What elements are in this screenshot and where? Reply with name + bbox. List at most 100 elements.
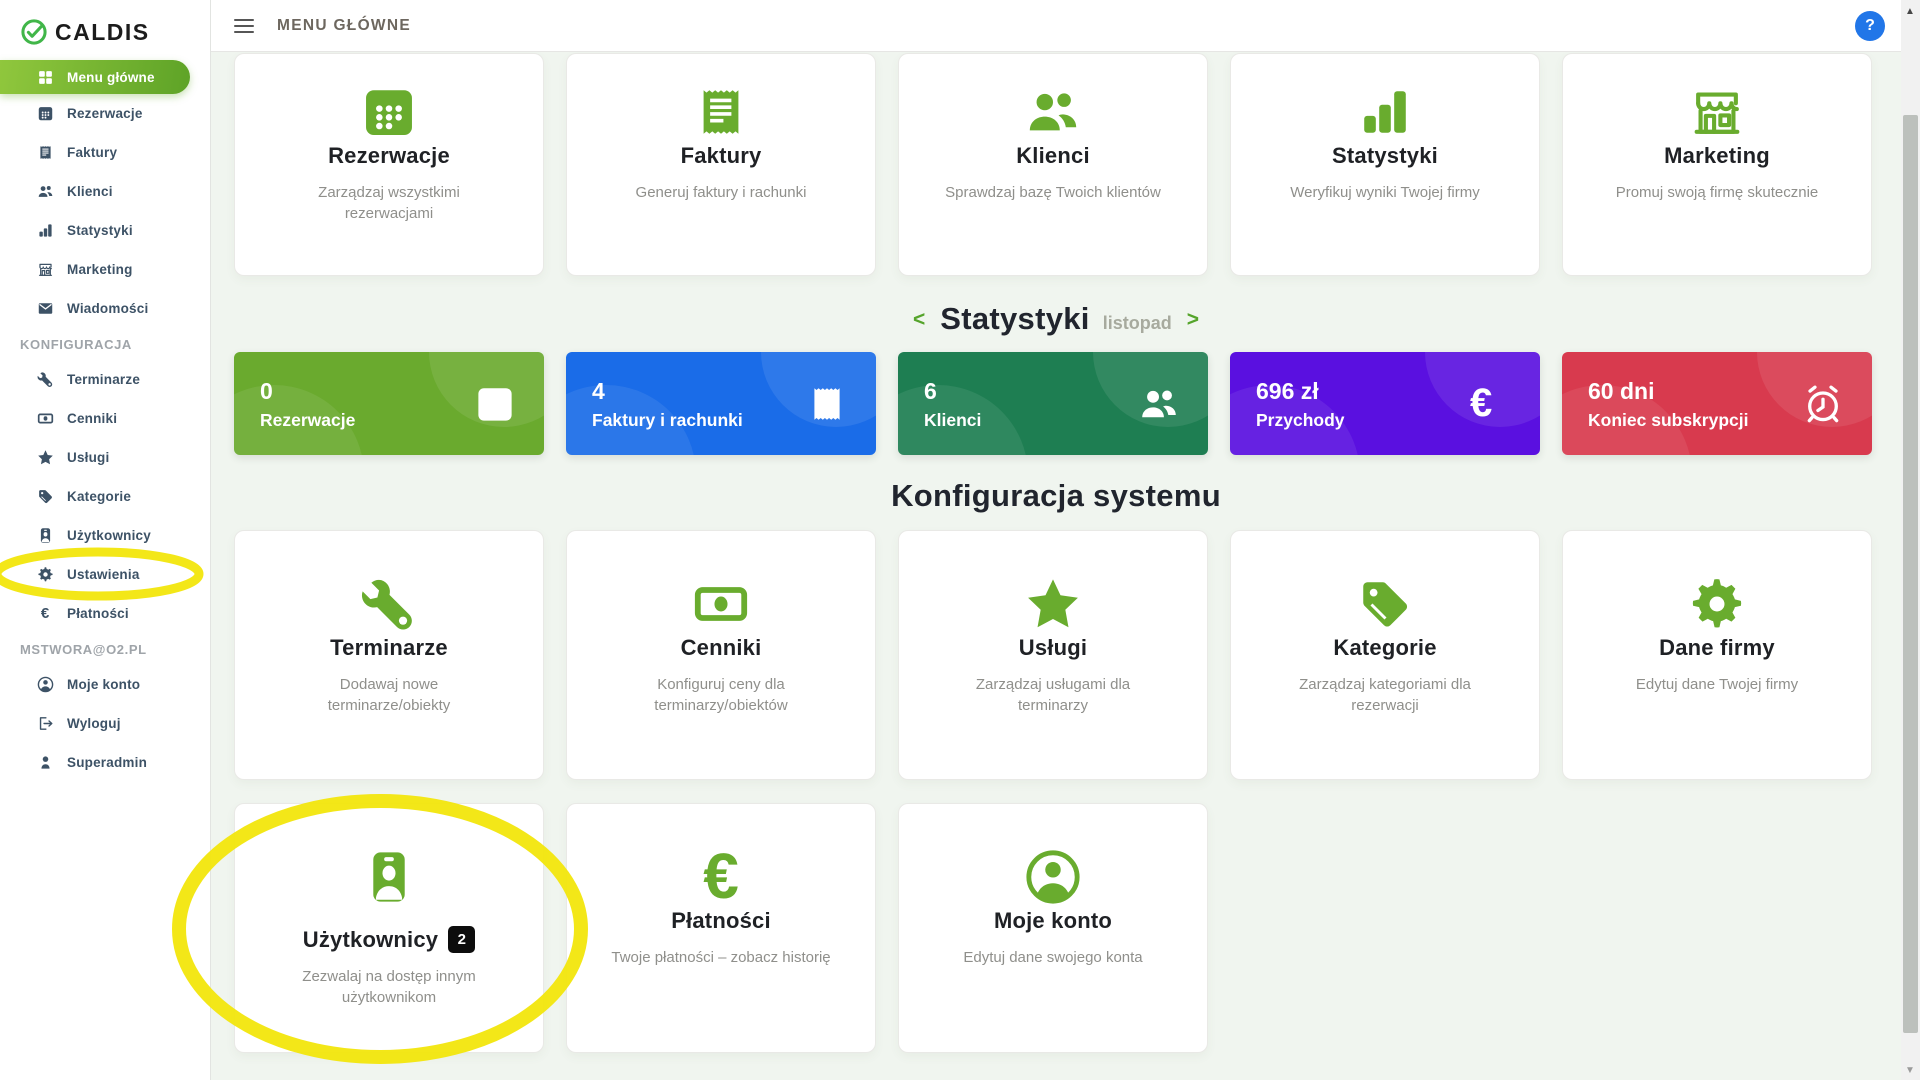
sidebar-item-wiadomosci[interactable]: Wiadomości (0, 289, 210, 328)
sidebar-item-rezerwacje[interactable]: Rezerwacje (0, 94, 210, 133)
stat-label: Faktury i rachunki (592, 410, 743, 431)
sidebar-item-terminarze[interactable]: Terminarze (0, 360, 210, 399)
card-title: Faktury (681, 143, 762, 169)
card-description: Zarządzaj kategoriami dla rezerwacji (1299, 674, 1471, 716)
vertical-scrollbar[interactable]: ▲ ▼ (1901, 0, 1920, 1080)
sidebar-item-label: Klienci (67, 184, 113, 199)
logout-icon (36, 715, 54, 733)
stat-tile-faktury[interactable]: 4 Faktury i rachunki (566, 352, 876, 455)
help-button[interactable]: ? (1855, 11, 1885, 41)
next-month-button[interactable]: > (1185, 309, 1201, 330)
sidebar-item-label: Statystyki (67, 223, 133, 238)
menu-grid-icon (36, 68, 54, 86)
card-description: Zarządzaj wszystkimi rezerwacjami (318, 182, 460, 224)
card-title: Kategorie (1333, 635, 1436, 661)
config-cards-row: Terminarze Dodawaj nowe terminarze/obiek… (234, 530, 1876, 780)
sidebar-item-statystyki[interactable]: Statystyki (0, 211, 210, 250)
card-title: Rezerwacje (328, 143, 450, 169)
euro-icon: € (1470, 383, 1512, 425)
sidebar-item-label: Użytkownicy (67, 528, 151, 543)
app-logo-text: CALDIS (55, 19, 150, 46)
card-statystyki[interactable]: Statystyki Weryfikuj wyniki Twojej firmy (1230, 53, 1540, 276)
card-klienci[interactable]: Klienci Sprawdzaj bazę Twoich klientów (898, 53, 1208, 276)
scroll-down-arrow-icon[interactable]: ▼ (1905, 1065, 1915, 1076)
card-marketing[interactable]: Marketing Promuj swoją firmę skutecznie (1562, 53, 1872, 276)
sidebar-item-label: Faktury (67, 145, 117, 160)
stat-label: Koniec subskrypcji (1588, 410, 1748, 431)
config-section-title: Konfiguracja systemu (211, 478, 1901, 514)
previous-month-button[interactable]: < (911, 309, 927, 330)
card-description: Edytuj dane Twojej firmy (1636, 674, 1798, 695)
card-title: Statystyki (1332, 143, 1438, 169)
id-badge-icon (360, 846, 418, 908)
sidebar-section-account-email: MSTWORA@O2.PL (0, 633, 210, 665)
card-platnosci[interactable]: € Płatności Twoje płatności – zobacz his… (566, 803, 876, 1053)
tag-icon (36, 488, 54, 506)
calendar-icon (360, 81, 418, 143)
stat-tile-koniec-subskrypcji[interactable]: 60 dni Koniec subskrypcji (1562, 352, 1872, 455)
card-uslugi[interactable]: Usługi Zarządzaj usługami dla terminarzy (898, 530, 1208, 780)
stat-value: 0 (260, 378, 355, 405)
card-uzytkownicy[interactable]: Użytkownicy 2 Zezwalaj na dostęp innym u… (234, 803, 544, 1053)
sidebar-item-ustawienia[interactable]: Ustawienia (0, 555, 210, 594)
hamburger-menu-icon[interactable] (234, 19, 254, 33)
sidebar-item-label: Cenniki (67, 411, 117, 426)
page-title: MENU GŁÓWNE (277, 17, 411, 35)
scroll-up-arrow-icon[interactable]: ▲ (1905, 6, 1915, 17)
card-cenniki[interactable]: Cenniki Konfiguruj ceny dla terminarzy/o… (566, 530, 876, 780)
sidebar-item-uslugi[interactable]: Usługi (0, 438, 210, 477)
card-moje-konto[interactable]: Moje konto Edytuj dane swojego konta (898, 803, 1208, 1053)
card-terminarze[interactable]: Terminarze Dodawaj nowe terminarze/obiek… (234, 530, 544, 780)
sidebar-item-label: Marketing (67, 262, 133, 277)
sidebar-item-klienci[interactable]: Klienci (0, 172, 210, 211)
card-title: Cenniki (681, 635, 762, 661)
card-kategorie[interactable]: Kategorie Zarządzaj kategoriami dla reze… (1230, 530, 1540, 780)
sidebar-item-menu-glowne[interactable]: Menu główne (0, 60, 190, 94)
card-title: Marketing (1664, 143, 1770, 169)
people-icon (1024, 81, 1082, 143)
stat-tile-przychody[interactable]: 696 zł Przychody € (1230, 352, 1540, 455)
card-title: Moje konto (994, 908, 1112, 934)
stat-tile-klienci[interactable]: 6 Klienci (898, 352, 1208, 455)
card-description: Weryfikuj wyniki Twojej firmy (1290, 182, 1479, 203)
card-description: Twoje płatności – zobacz historię (611, 947, 830, 968)
sidebar-section-konfiguracja: KONFIGURACJA (0, 328, 210, 360)
sidebar-item-wyloguj[interactable]: Wyloguj (0, 704, 210, 743)
people-icon (1138, 383, 1180, 425)
storefront-icon (36, 261, 54, 279)
banknote-icon (692, 573, 750, 635)
card-faktury[interactable]: Faktury Generuj faktury i rachunki (566, 53, 876, 276)
sidebar-item-superadmin[interactable]: Superadmin (0, 743, 210, 782)
bar-chart-icon (36, 222, 54, 240)
stat-tile-rezerwacje[interactable]: 0 Rezerwacje (234, 352, 544, 455)
sidebar-item-platnosci[interactable]: € Płatności (0, 594, 210, 633)
card-description: Zarządzaj usługami dla terminarzy (976, 674, 1130, 716)
sidebar-item-label: Terminarze (67, 372, 140, 387)
sidebar-item-cenniki[interactable]: Cenniki (0, 399, 210, 438)
star-icon (1024, 573, 1082, 635)
sidebar-item-moje-konto[interactable]: Moje konto (0, 665, 210, 704)
receipt-icon (806, 383, 848, 425)
sidebar-item-label: Kategorie (67, 489, 131, 504)
sidebar: CALDIS Menu główne Rezerwacje Faktury Kl… (0, 0, 211, 1080)
stat-value: 6 (924, 378, 981, 405)
sidebar-item-uzytkownicy[interactable]: Użytkownicy (0, 516, 210, 555)
stats-title: Statystyki (940, 301, 1089, 337)
card-description: Dodawaj nowe terminarze/obiekty (328, 674, 451, 716)
stat-value: 60 dni (1588, 378, 1748, 405)
stat-tiles-row: 0 Rezerwacje 4 Faktury i rachunki 6 Klie… (234, 352, 1876, 455)
card-description: Edytuj dane swojego konta (963, 947, 1142, 968)
card-description: Sprawdzaj bazę Twoich klientów (945, 182, 1161, 203)
sidebar-item-faktury[interactable]: Faktury (0, 133, 210, 172)
sidebar-item-kategorie[interactable]: Kategorie (0, 477, 210, 516)
bar-chart-icon (1356, 81, 1414, 143)
card-rezerwacje[interactable]: Rezerwacje Zarządzaj wszystkimi rezerwac… (234, 53, 544, 276)
sidebar-item-marketing[interactable]: Marketing (0, 250, 210, 289)
euro-icon: € (703, 846, 739, 908)
banknote-icon (36, 410, 54, 428)
sidebar-item-label: Wyloguj (67, 716, 121, 731)
invoice-icon (36, 144, 54, 162)
scrollbar-thumb[interactable] (1903, 115, 1918, 1033)
app-logo[interactable]: CALDIS (0, 0, 210, 52)
card-dane-firmy[interactable]: Dane firmy Edytuj dane Twojej firmy (1562, 530, 1872, 780)
